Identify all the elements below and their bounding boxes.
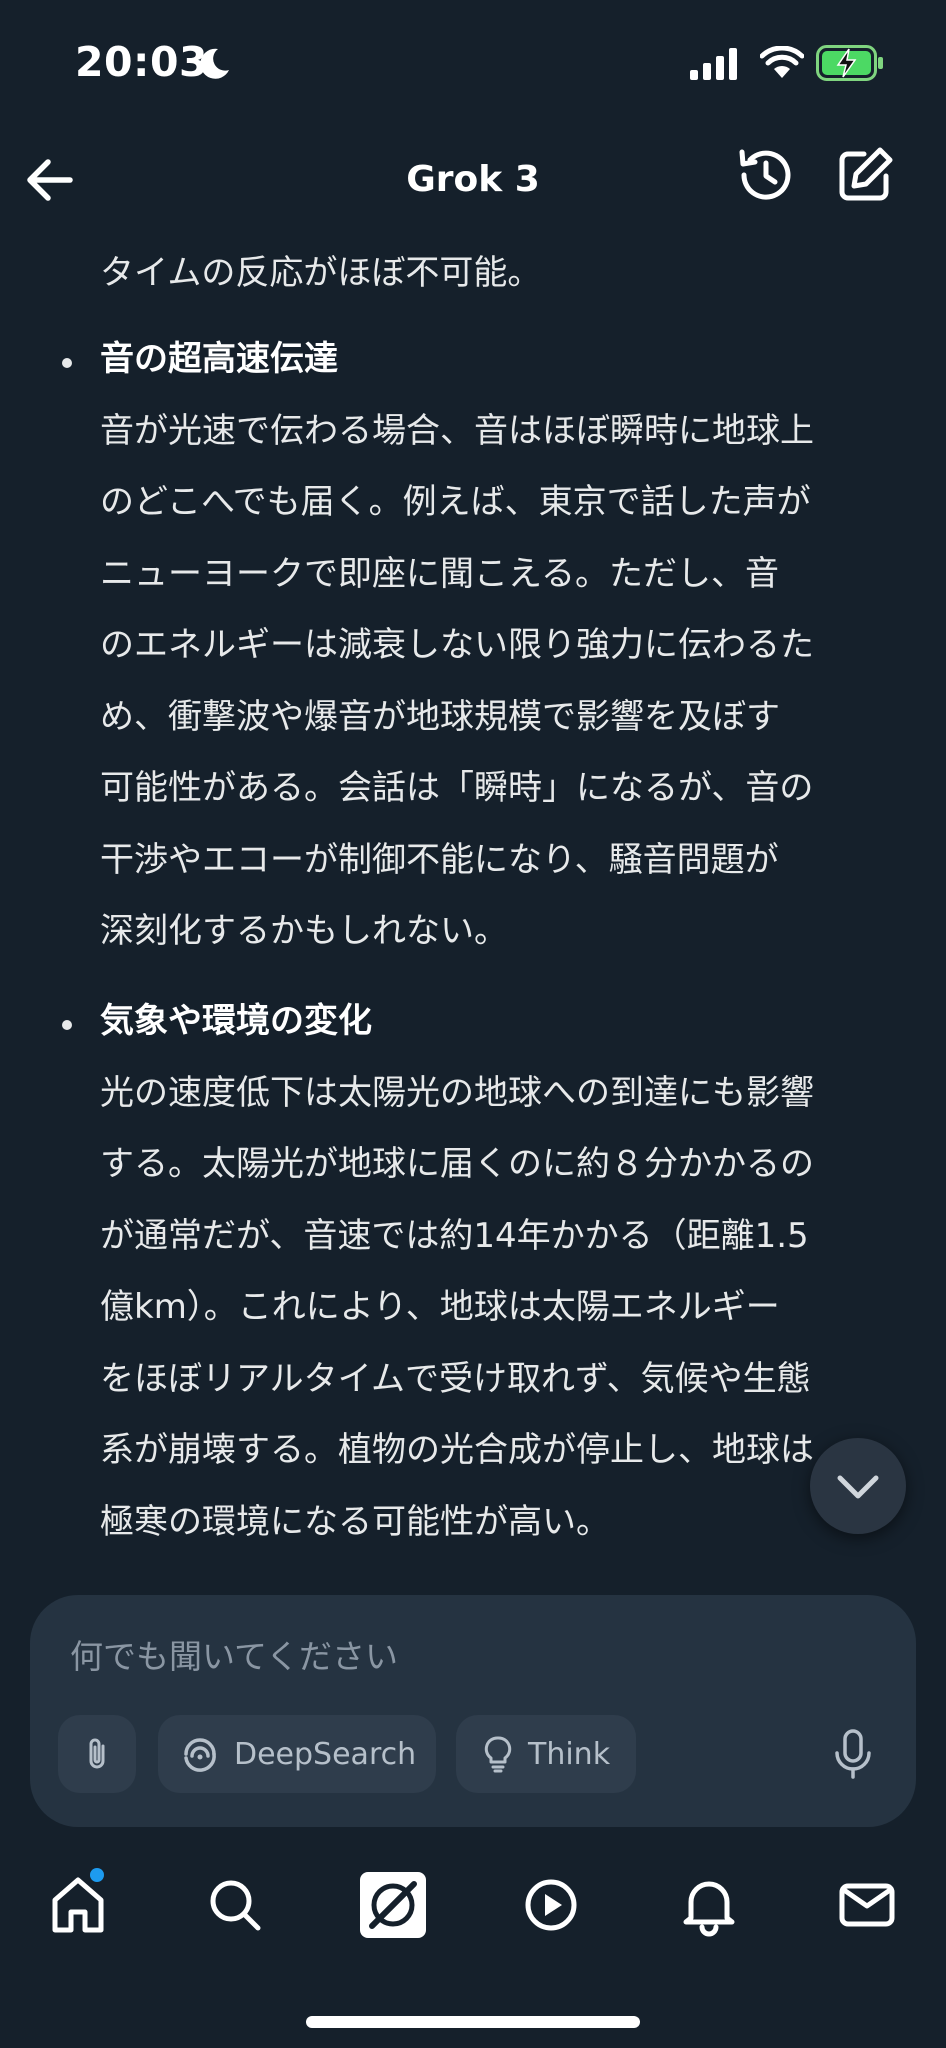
- new-chat-icon[interactable]: [830, 140, 900, 210]
- message-line: タイムの反応がほぼ不可能。: [100, 253, 542, 293]
- message-line: のエネルギーは減衰しない限り強力に伝わるた: [100, 625, 814, 665]
- scroll-down-button[interactable]: [810, 1438, 906, 1534]
- think-button[interactable]: Think: [456, 1715, 636, 1793]
- page-title: Grok 3: [406, 159, 540, 200]
- play-icon[interactable]: [516, 1870, 586, 1940]
- bell-icon[interactable]: [674, 1870, 744, 1940]
- composer: DeepSearch Think: [30, 1595, 916, 1827]
- chat-header: Grok 3: [0, 130, 946, 240]
- message-line: をほぼリアルタイムで受け取れず、気候や生態: [100, 1358, 811, 1399]
- status-bar: 20:03: [0, 0, 946, 130]
- signal-icon: [690, 48, 737, 80]
- message-line: する。太陽光が地球に届くのに約８分かかるの: [100, 1144, 814, 1184]
- microphone-icon[interactable]: [820, 1721, 886, 1787]
- history-icon[interactable]: [730, 140, 800, 210]
- message-line: 光の速度低下は太陽光の地球への到達にも影響: [100, 1072, 814, 1113]
- message-line: ニューヨークで即座に聞こえる。ただし、音: [100, 553, 779, 594]
- battery-icon: [816, 45, 883, 81]
- message-line: 深刻化するかもしれない。: [100, 911, 508, 951]
- deepsearch-label: DeepSearch: [234, 1736, 417, 1772]
- status-time: 20:03: [75, 38, 209, 86]
- message-line: 可能性がある。会話は「瞬時」になるが、音の: [100, 768, 814, 808]
- message-line: が通常だが、音速では約14年かかる（距離1.5: [100, 1215, 809, 1256]
- lightbulb-icon: [484, 1736, 512, 1773]
- message-line: 億km）。これにより、地球は太陽エネルギー: [100, 1287, 780, 1327]
- mail-icon[interactable]: [832, 1870, 902, 1940]
- home-icon[interactable]: [43, 1870, 113, 1940]
- message-input[interactable]: [68, 1625, 872, 1687]
- bottom-tab-bar: [0, 1840, 946, 1970]
- message-line: 音が光速で伝わる場合、音はほぼ瞬時に地球上: [100, 410, 814, 451]
- list-item-weather: 気象や環境の変化 光の速度低下は太陽光の地球への到達にも影響 する。太陽光が地球…: [100, 986, 920, 1558]
- chevron-down-icon: [837, 1475, 879, 1499]
- search-icon[interactable]: [200, 1870, 270, 1940]
- section-heading: 気象や環境の変化: [100, 1001, 372, 1041]
- attach-button[interactable]: [58, 1715, 136, 1793]
- wifi-icon: [760, 46, 804, 78]
- think-label: Think: [528, 1736, 611, 1772]
- deepsearch-icon: [184, 1738, 216, 1772]
- chat-message-area: タイムの反応がほぼ不可能。 音の超高速伝達 音が光速で伝わる場合、音はほぼ瞬時に…: [0, 240, 946, 1580]
- paperclip-icon: [89, 1738, 105, 1769]
- message-line: め、衝撃波や爆音が地球規模で影響を及ぼす: [100, 696, 780, 737]
- message-line: 干渉やエコーが制御不能になり、騒音問題が: [100, 839, 779, 880]
- moon-icon: [200, 48, 229, 79]
- grok-icon[interactable]: [358, 1870, 428, 1940]
- deepsearch-button[interactable]: DeepSearch: [158, 1715, 436, 1793]
- bullet-dot: [62, 358, 72, 368]
- section-heading: 音の超高速伝達: [100, 339, 338, 379]
- list-item-sound-speed: 音の超高速伝達 音が光速で伝わる場合、音はほぼ瞬時に地球上 のどこへでも届く。例…: [100, 324, 920, 968]
- message-line: 系が崩壊する。植物の光合成が停止し、地球は: [100, 1430, 814, 1470]
- message-line: のどこへでも届く。例えば、東京で話した声が: [100, 482, 811, 522]
- bullet-dot: [62, 1020, 72, 1030]
- home-indicator: [306, 2016, 640, 2028]
- message-line: 極寒の環境になる可能性が高い。: [100, 1501, 610, 1542]
